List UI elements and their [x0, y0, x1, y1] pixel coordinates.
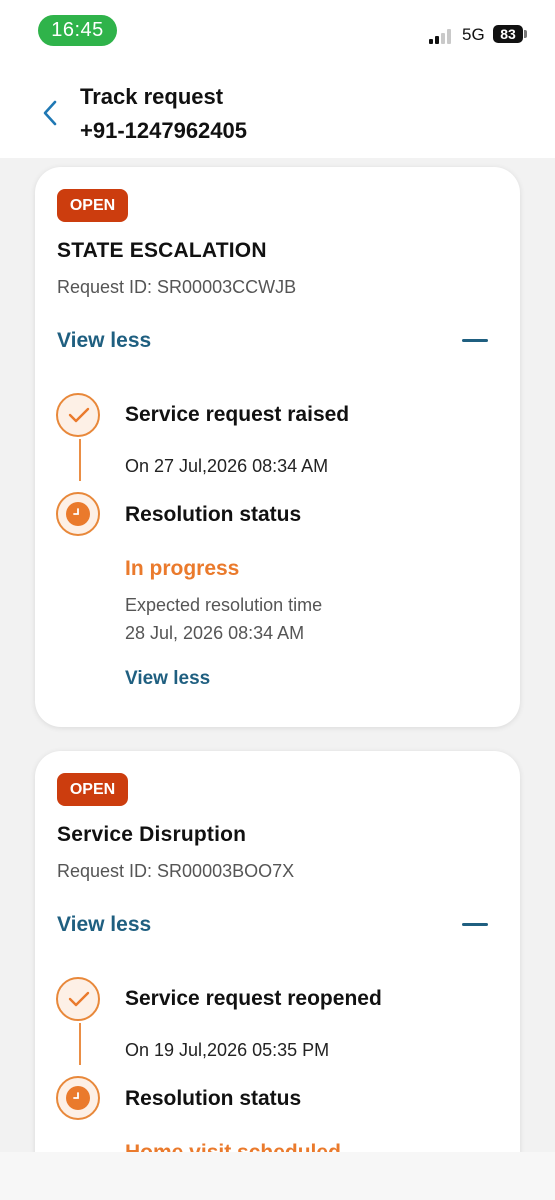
- request-id: Request ID: SR00003CCWJB: [57, 277, 297, 297]
- view-less-toggle[interactable]: View less: [57, 329, 151, 353]
- page-subtitle-phone: +91-1247962405: [80, 118, 247, 143]
- request-title: STATE ESCALATION: [57, 239, 267, 262]
- expected-resolution-label: Expected resolution time: [125, 595, 323, 615]
- clock-icon: [56, 1076, 100, 1120]
- check-icon: [56, 393, 100, 437]
- resolution-title: Resolution status: [125, 1087, 302, 1110]
- clock-icon: [56, 492, 100, 536]
- step-title: Service request raised: [125, 403, 350, 426]
- resolution-title: Resolution status: [125, 503, 302, 526]
- timeline-connector: [79, 1023, 81, 1065]
- network-type: 5G: [462, 25, 485, 44]
- collapse-icon[interactable]: [462, 339, 488, 342]
- battery-tip: [524, 30, 527, 38]
- timeline-connector: [79, 439, 81, 481]
- view-less-toggle[interactable]: View less: [57, 913, 151, 937]
- resolution-status: In progress: [125, 557, 240, 580]
- page-title: Track request: [80, 84, 224, 109]
- request-id: Request ID: SR00003BOO7X: [57, 861, 295, 881]
- step-date: On 19 Jul,2026 05:35 PM: [125, 1040, 330, 1060]
- request-title: Service Disruption: [57, 823, 247, 846]
- status-time: 16:45: [38, 15, 117, 46]
- check-icon: [56, 977, 100, 1021]
- signal-icon: [429, 28, 455, 44]
- expected-resolution-time: 28 Jul, 2026 08:34 AM: [125, 623, 305, 643]
- step-date: On 27 Jul,2026 08:34 AM: [125, 456, 329, 476]
- bottom-bar: [0, 1152, 555, 1200]
- back-button[interactable]: [40, 98, 64, 128]
- step-title: Service request reopened: [125, 987, 382, 1010]
- collapse-icon[interactable]: [462, 923, 488, 926]
- view-less-link[interactable]: View less: [125, 668, 210, 690]
- status-badge: OPEN: [57, 773, 128, 806]
- top-bar: 16:45 5G 83 Track request +91-1247962405: [0, 0, 555, 158]
- status-badge: OPEN: [57, 189, 128, 222]
- battery-icon: 83: [493, 25, 523, 43]
- chevron-left-icon: [43, 100, 57, 126]
- request-card: OPEN STATE ESCALATION Request ID: SR0000…: [35, 167, 520, 727]
- request-card: OPEN Service Disruption Request ID: SR00…: [35, 751, 520, 1181]
